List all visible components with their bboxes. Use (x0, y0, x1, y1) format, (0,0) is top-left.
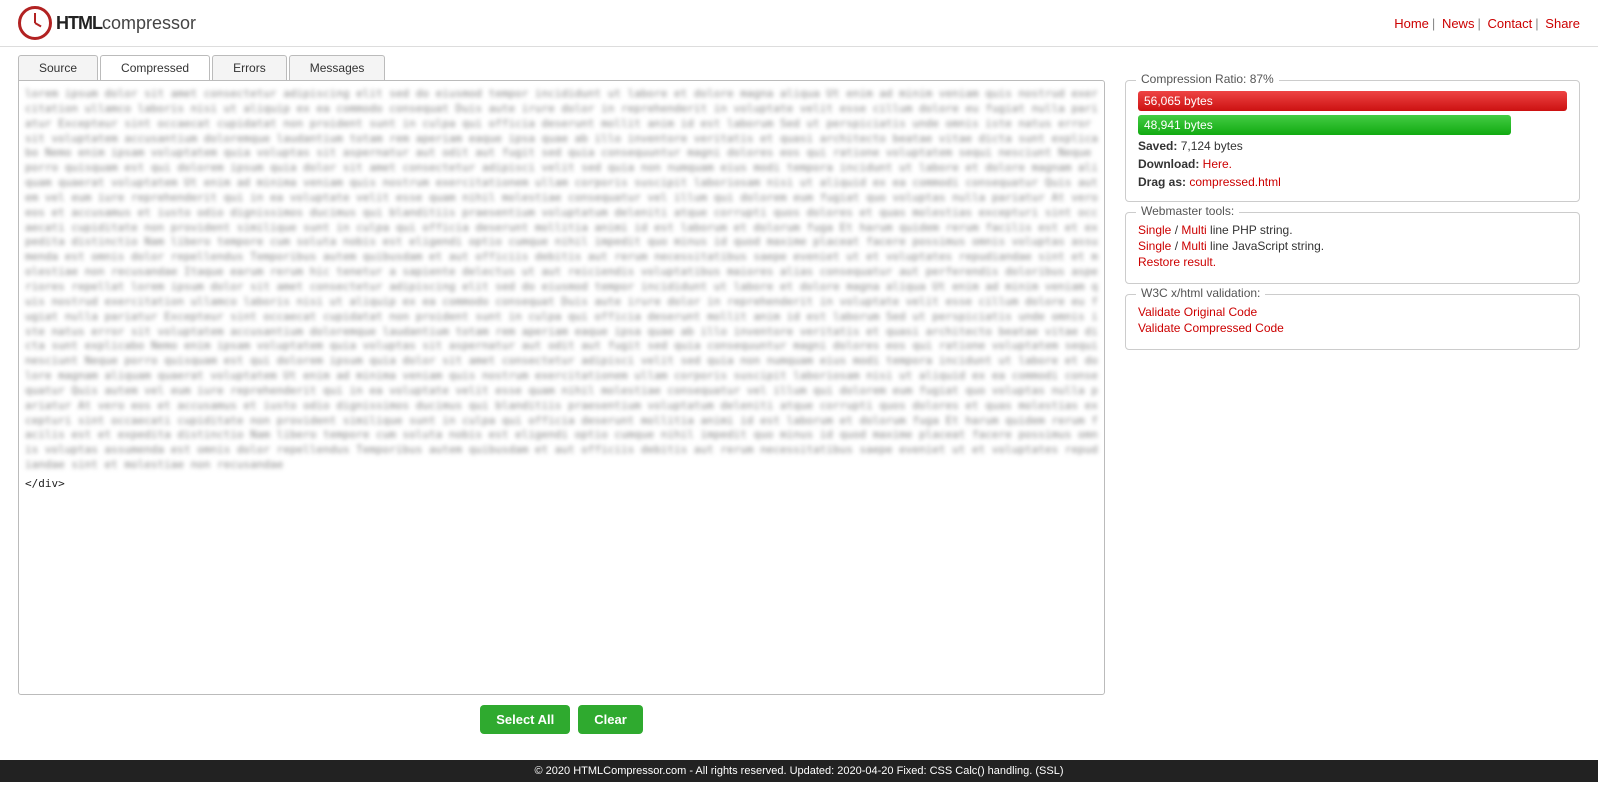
blurred-code: lorem ipsum dolor sit amet consectetur a… (25, 87, 1098, 473)
footer: © 2020 HTMLCompressor.com - All rights r… (0, 760, 1598, 782)
restore-line: Restore result. (1138, 255, 1567, 269)
php-string-line: Single / Multi line PHP string. (1138, 223, 1567, 237)
webmaster-legend: Webmaster tools: (1136, 204, 1239, 218)
clear-button[interactable]: Clear (578, 705, 643, 734)
logo-bold: HTML (56, 13, 102, 33)
validate-compressed-link[interactable]: Validate Compressed Code (1138, 321, 1284, 335)
select-all-button[interactable]: Select All (480, 705, 570, 734)
drag-line: Drag as: compressed.html (1138, 175, 1567, 189)
webmaster-tools-panel: Webmaster tools: Single / Multi line PHP… (1125, 212, 1580, 284)
tab-compressed[interactable]: Compressed (100, 55, 210, 80)
js-string-line: Single / Multi line JavaScript string. (1138, 239, 1567, 253)
validate-original-link[interactable]: Validate Original Code (1138, 305, 1257, 319)
php-single-link[interactable]: Single (1138, 223, 1171, 237)
download-link[interactable]: Here. (1203, 157, 1232, 171)
clock-icon (18, 6, 52, 40)
nav-news[interactable]: News (1442, 16, 1475, 31)
main-content: lorem ipsum dolor sit amet consectetur a… (0, 80, 1598, 746)
tab-messages[interactable]: Messages (289, 55, 386, 80)
header: HTMLcompressor Home| News| Contact| Shar… (0, 0, 1598, 47)
nav-share[interactable]: Share (1545, 16, 1580, 31)
tab-errors[interactable]: Errors (212, 55, 287, 80)
php-multi-link[interactable]: Multi (1181, 223, 1206, 237)
tab-source[interactable]: Source (18, 55, 98, 80)
saved-line: Saved: 7,124 bytes (1138, 139, 1567, 153)
drag-link[interactable]: compressed.html (1189, 175, 1280, 189)
restore-link[interactable]: Restore result. (1138, 255, 1216, 269)
before-bar: 56,065 bytes (1138, 91, 1567, 111)
left-column: lorem ipsum dolor sit amet consectetur a… (18, 80, 1105, 734)
code-tail: </div> (25, 477, 1098, 492)
compression-ratio-panel: Compression Ratio: 87% 56,065 bytes 48,9… (1125, 80, 1580, 202)
compressed-output[interactable]: lorem ipsum dolor sit amet consectetur a… (18, 80, 1105, 695)
nav-home[interactable]: Home (1394, 16, 1429, 31)
w3c-validation-panel: W3C x/html validation: Validate Original… (1125, 294, 1580, 350)
after-bar: 48,941 bytes (1138, 115, 1511, 135)
nav-links: Home| News| Contact| Share (1394, 16, 1580, 31)
js-multi-link[interactable]: Multi (1181, 239, 1206, 253)
right-column: Compression Ratio: 87% 56,065 bytes 48,9… (1125, 80, 1580, 734)
logo: HTMLcompressor (18, 6, 196, 40)
tabs: Source Compressed Errors Messages (18, 55, 1598, 80)
nav-contact[interactable]: Contact (1487, 16, 1532, 31)
logo-regular: compressor (102, 13, 196, 33)
download-line: Download: Here. (1138, 157, 1567, 171)
js-single-link[interactable]: Single (1138, 239, 1171, 253)
validation-legend: W3C x/html validation: (1136, 286, 1265, 300)
ratio-legend: Compression Ratio: 87% (1136, 72, 1279, 86)
button-row: Select All Clear (18, 705, 1105, 734)
logo-text: HTMLcompressor (56, 13, 196, 34)
